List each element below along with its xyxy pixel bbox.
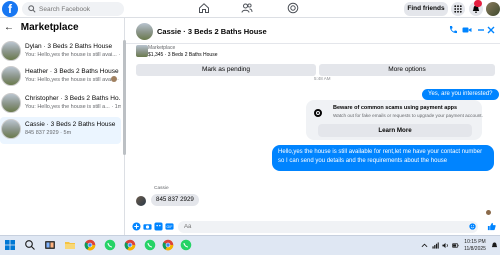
conversation-header: Cassie · 3 Beds 2 Baths House	[126, 18, 500, 44]
more-options-button[interactable]: More options	[319, 64, 495, 76]
volume-icon[interactable]	[442, 242, 449, 249]
conversation-title[interactable]: Cassie · 3 Beds 2 Baths House	[157, 27, 267, 36]
listing-thumbnail	[1, 119, 21, 139]
facebook-logo-icon[interactable]: f	[2, 1, 18, 17]
incoming-message: 845 837 2929	[151, 194, 199, 206]
minimize-icon[interactable]	[476, 25, 486, 35]
chrome-icon[interactable]	[84, 239, 96, 251]
video-call-icon[interactable]	[462, 25, 472, 35]
thread-preview: You: Hello,yes the house is still ava...…	[25, 77, 121, 83]
listing-price: $1,345 · 3 Beds 2 Baths House	[148, 52, 218, 58]
thread-preview: You: Hello,yes the house is still a... ·…	[25, 104, 121, 110]
scam-warning-card: Beware of common scams using payment app…	[306, 100, 483, 140]
listing-thumbnail	[1, 93, 21, 113]
apps-grid-icon	[454, 5, 462, 13]
listing-thumbnail	[1, 41, 21, 61]
find-friends-button[interactable]: Find friends	[404, 2, 448, 16]
camera-icon[interactable]	[143, 222, 152, 231]
chrome-icon[interactable]	[162, 239, 174, 251]
start-icon[interactable]	[4, 239, 16, 251]
emoji-icon[interactable]	[469, 223, 476, 230]
notification-badge	[474, 0, 482, 7]
warning-info-icon	[314, 109, 322, 117]
listing-thumbnail	[136, 45, 148, 57]
mark-as-pending-button[interactable]: Mark as pending	[136, 64, 316, 76]
thread-title: Cassie · 3 Beds 2 Baths House	[25, 121, 116, 128]
system-clock[interactable]: 10:15 PM 11/8/2025	[460, 239, 490, 253]
phone-icon[interactable]	[448, 25, 458, 35]
chevron-up-icon[interactable]	[421, 242, 428, 249]
home-icon[interactable]	[198, 2, 210, 14]
sticker-icon[interactable]	[154, 222, 163, 231]
message-input[interactable]	[178, 221, 478, 233]
search-icon[interactable]	[24, 239, 36, 251]
thread-item-dylan[interactable]: Dylan · 3 Beds 2 Baths House You: Hello,…	[0, 39, 121, 63]
profile-avatar[interactable]	[486, 2, 500, 16]
thread-item-heather[interactable]: Heather · 3 Beds 2 Baths House You: Hell…	[0, 64, 121, 88]
groups-icon[interactable]	[287, 2, 299, 14]
plus-icon[interactable]	[132, 222, 141, 231]
file-explorer-icon[interactable]	[64, 239, 76, 251]
learn-more-button[interactable]: Learn More	[318, 124, 472, 137]
back-arrow-icon[interactable]: ←	[4, 22, 14, 33]
buyer-avatar	[111, 76, 117, 82]
warning-description: Watch out for fake emails or requests to…	[333, 113, 483, 118]
like-thumb-icon[interactable]	[487, 222, 496, 231]
message-timestamp: 5:48 AM	[314, 76, 331, 81]
gif-icon[interactable]: GIF	[165, 222, 174, 231]
svg-text:GIF: GIF	[167, 225, 174, 229]
sender-avatar	[136, 196, 146, 206]
whatsapp-icon[interactable]	[180, 239, 192, 251]
friends-icon[interactable]	[241, 2, 253, 14]
clock-date: 11/8/2025	[464, 246, 486, 252]
thread-title: Heather · 3 Beds 2 Baths House	[25, 68, 119, 75]
whatsapp-icon[interactable]	[144, 239, 156, 251]
thread-title: Dylan · 3 Beds 2 Baths House	[25, 43, 113, 50]
conversation-panel: Cassie · 3 Beds 2 Baths House Marketplac…	[126, 18, 500, 235]
marketplace-inbox-panel: ← Marketplace Dylan · 3 Beds 2 Baths Hou…	[0, 18, 126, 235]
chrome-icon[interactable]	[124, 239, 136, 251]
thread-title: Christopher · 3 Beds 2 Baths Ho...	[25, 95, 121, 102]
close-icon[interactable]	[486, 25, 496, 35]
top-navigation-bar: f Find friends	[0, 0, 500, 18]
outgoing-message: Hello,yes the house is still available f…	[272, 145, 494, 171]
listing-thumbnail[interactable]	[136, 23, 153, 40]
header-actions	[448, 25, 496, 37]
battery-icon[interactable]	[452, 242, 459, 249]
inbox-title: Marketplace	[20, 22, 79, 33]
menu-button[interactable]	[451, 2, 465, 16]
clock-time: 10:15 PM	[464, 239, 486, 245]
thread-preview: 845 837 2929 · 5m	[25, 130, 72, 136]
inbox-header: ← Marketplace	[4, 22, 79, 36]
task-view-icon[interactable]	[44, 239, 56, 251]
thread-item-cassie[interactable]: Cassie · 3 Beds 2 Baths House 845 837 29…	[0, 117, 121, 144]
search-input[interactable]	[39, 3, 121, 15]
warning-title: Beware of common scams using payment app…	[333, 105, 458, 111]
outgoing-message: Yes, are you interested?	[422, 89, 499, 100]
search-box[interactable]	[22, 2, 124, 16]
notification-center-icon[interactable]	[491, 242, 498, 249]
listing-label: Marketplace	[148, 45, 176, 51]
listing-thumbnail	[1, 66, 21, 86]
seen-avatar	[486, 210, 491, 215]
network-icon[interactable]	[432, 242, 439, 249]
windows-taskbar: 10:15 PM 11/8/2025	[0, 235, 500, 255]
thread-item-christopher[interactable]: Christopher · 3 Beds 2 Baths Ho... You: …	[0, 91, 121, 115]
search-icon	[28, 5, 36, 13]
message-composer: GIF	[126, 219, 500, 235]
sender-name: Cassie	[154, 186, 169, 191]
whatsapp-icon[interactable]	[104, 239, 116, 251]
thread-preview: You: Hello,yes the house is still avai..…	[25, 52, 121, 58]
listing-summary[interactable]: Marketplace $1,345 · 3 Beds 2 Baths Hous…	[136, 44, 496, 62]
